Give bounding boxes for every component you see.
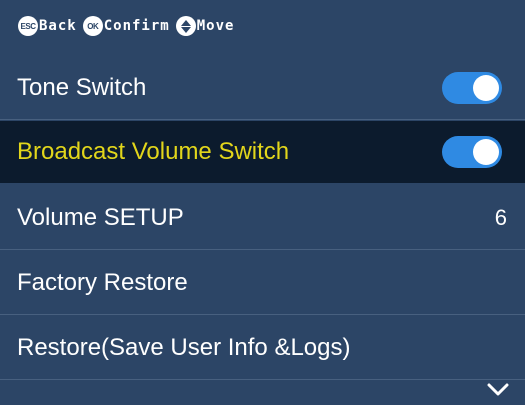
menu-item-restore-save-user-info[interactable]: Restore(Save User Info &Logs) xyxy=(0,316,525,380)
broadcast-volume-switch-toggle[interactable] xyxy=(442,136,502,168)
menu-item-label: Tone Switch xyxy=(17,73,147,101)
esc-key-icon: ESC xyxy=(18,16,38,36)
hint-back: ESC Back xyxy=(18,16,77,36)
toggle-knob xyxy=(473,139,499,165)
tone-switch-toggle[interactable] xyxy=(442,71,502,104)
volume-value: 6 xyxy=(494,204,507,230)
up-down-arrows-icon xyxy=(175,16,196,36)
key-hint-bar: ESC Back OK Confirm Move xyxy=(0,0,525,52)
hint-move-label: Move xyxy=(196,18,235,34)
menu-item-label: Restore(Save User Info &Logs) xyxy=(17,333,351,361)
menu-item-factory-restore[interactable]: Factory Restore xyxy=(0,251,525,315)
hint-confirm: OK Confirm xyxy=(82,16,170,36)
chevron-down-icon[interactable] xyxy=(487,379,509,401)
settings-screen: ESC Back OK Confirm Move Tone Switch Bro… xyxy=(0,0,525,405)
hint-move: Move xyxy=(175,16,235,36)
menu-item-broadcast-volume-switch[interactable]: Broadcast Volume Switch xyxy=(0,121,525,183)
menu-item-label: Broadcast Volume Switch xyxy=(17,138,290,165)
hint-back-label: Back xyxy=(39,18,77,34)
ok-key-icon: OK xyxy=(82,16,103,36)
menu-item-label: Factory Restore xyxy=(17,268,188,296)
hint-confirm-label: Confirm xyxy=(103,18,170,34)
menu-item-label: Volume SETUP xyxy=(17,203,184,231)
toggle-knob xyxy=(473,74,499,101)
menu-item-volume-setup[interactable]: Volume SETUP 6 xyxy=(0,186,525,250)
menu-item-tone-switch[interactable]: Tone Switch xyxy=(0,56,525,120)
